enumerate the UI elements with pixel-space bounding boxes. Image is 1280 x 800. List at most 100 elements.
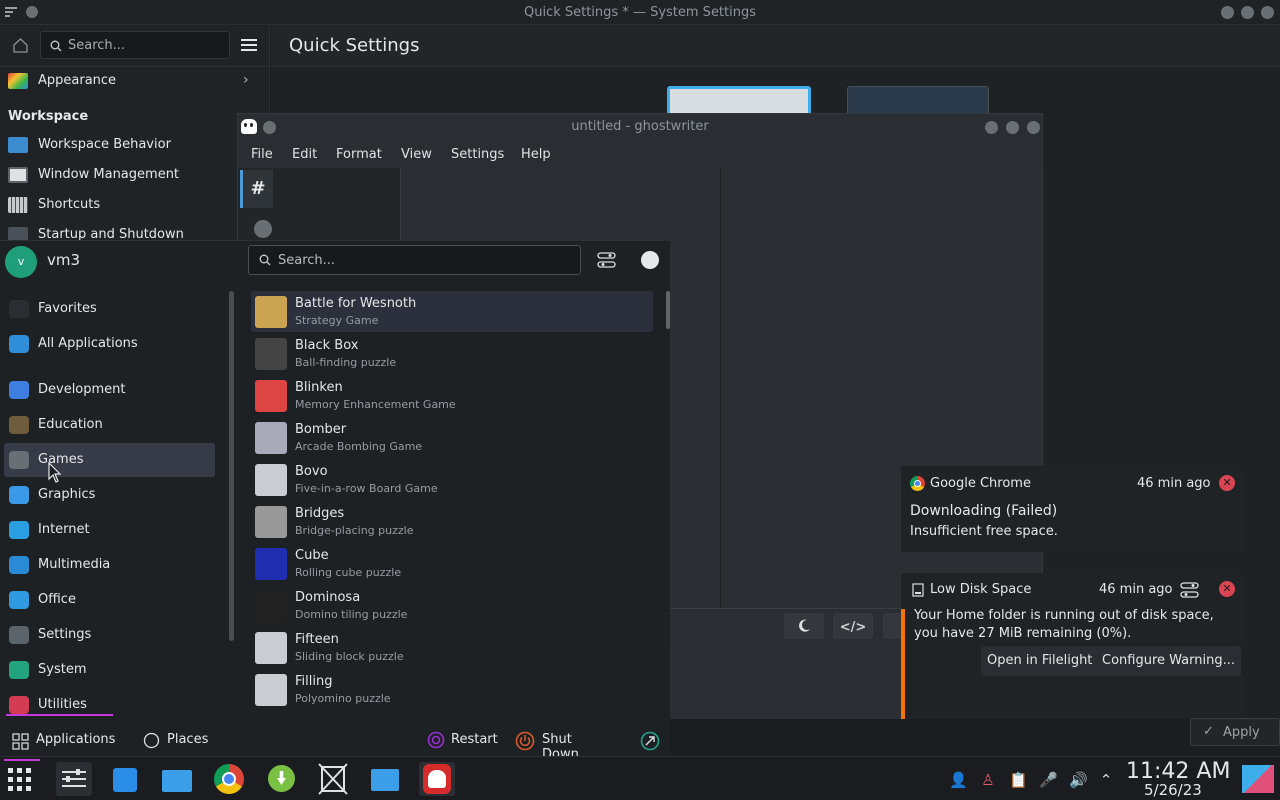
app-name: Black Box bbox=[295, 338, 359, 353]
app-item-filling[interactable]: Filling Polyomino puzzle bbox=[251, 669, 653, 710]
category-education[interactable]: Education bbox=[4, 408, 215, 442]
show-desktop-icon[interactable] bbox=[1242, 765, 1274, 793]
user-switch-icon[interactable]: ♙ bbox=[979, 771, 997, 789]
tab-applications[interactable]: Applications bbox=[4, 725, 124, 755]
sidebar-item-label: Shortcuts bbox=[38, 197, 101, 212]
category-scrollbar[interactable] bbox=[229, 291, 234, 641]
user-icon[interactable]: 👤 bbox=[949, 771, 968, 789]
utilities-icon bbox=[9, 696, 29, 714]
graphics-icon bbox=[9, 486, 29, 504]
black-box-icon bbox=[255, 338, 287, 370]
category-label: Settings bbox=[38, 627, 92, 642]
dolphin-task[interactable] bbox=[159, 762, 195, 796]
notification-body-line2: you have 27 MiB remaining (0%). bbox=[914, 626, 1132, 641]
shutdown-button[interactable]: Shut Down bbox=[512, 725, 612, 762]
launcher-header: v vm3 Search... bbox=[0, 241, 670, 283]
app-item-cube[interactable]: Cube Rolling cube puzzle bbox=[251, 543, 653, 584]
downloader-task[interactable] bbox=[263, 762, 299, 796]
configure-icon[interactable] bbox=[1180, 581, 1199, 599]
minimize-button[interactable] bbox=[985, 121, 998, 134]
menu-format[interactable]: Format bbox=[336, 147, 382, 162]
category-utilities[interactable]: Utilities bbox=[4, 688, 215, 722]
menu-view[interactable]: View bbox=[401, 147, 432, 162]
leave-icon[interactable] bbox=[640, 731, 660, 751]
category-graphics[interactable]: Graphics bbox=[4, 478, 215, 512]
category-settings[interactable]: Settings bbox=[4, 618, 215, 652]
settings-search-input[interactable]: Search... bbox=[40, 31, 230, 59]
restart-icon bbox=[427, 731, 445, 749]
dark-mode-button[interactable] bbox=[784, 613, 824, 639]
system-settings-task[interactable] bbox=[56, 762, 92, 796]
category-all-applications[interactable]: All Applications bbox=[4, 327, 215, 361]
home-icon[interactable] bbox=[12, 37, 29, 54]
sidebar-item-workspace-behavior[interactable]: Workspace Behavior bbox=[0, 130, 270, 160]
configure-warning-button[interactable]: Configure Warning... bbox=[1096, 646, 1241, 676]
tab-places[interactable]: Places bbox=[138, 725, 218, 755]
application-launcher-icon[interactable] bbox=[4, 762, 40, 796]
volume-icon[interactable]: 🔊 bbox=[1069, 771, 1088, 789]
launcher-search-input[interactable]: Search... bbox=[248, 245, 581, 275]
app-item-bridges[interactable]: Bridges Bridge-placing puzzle bbox=[251, 501, 653, 542]
category-system[interactable]: System bbox=[4, 653, 215, 687]
theme-thumbnail-dark[interactable] bbox=[847, 86, 989, 116]
clock-date[interactable]: 5/26/23 bbox=[1144, 781, 1202, 799]
overview-task-icon[interactable] bbox=[315, 762, 351, 796]
app-item-bovo[interactable]: Bovo Five-in-a-row Board Game bbox=[251, 459, 653, 500]
app-item-bomber[interactable]: Bomber Arcade Bombing Game bbox=[251, 417, 653, 458]
html-preview-button[interactable]: </> bbox=[833, 613, 873, 639]
configure-icon[interactable] bbox=[597, 251, 616, 269]
close-button[interactable] bbox=[1261, 6, 1274, 19]
category-multimedia[interactable]: Multimedia bbox=[4, 548, 215, 582]
app-item-battle-for-wesnoth[interactable]: Battle for Wesnoth Strategy Game bbox=[251, 291, 653, 332]
disk-space-notification[interactable]: Low Disk Space 46 min ago ✕ Your Home fo… bbox=[901, 573, 1243, 719]
hamburger-menu-icon[interactable] bbox=[241, 38, 257, 52]
sidebar-item-appearance[interactable]: Appearance › bbox=[0, 66, 270, 96]
open-in-filelight-button[interactable]: Open in Filelight bbox=[981, 646, 1099, 676]
notification-app-name: Google Chrome bbox=[930, 476, 1031, 491]
file-manager-task[interactable] bbox=[367, 762, 403, 796]
menu-help[interactable]: Help bbox=[521, 147, 551, 162]
avatar[interactable]: v bbox=[5, 246, 37, 278]
discover-task[interactable] bbox=[107, 762, 143, 796]
microphone-muted-icon[interactable]: 🎤 bbox=[1039, 771, 1058, 789]
category-development[interactable]: Development bbox=[4, 373, 215, 407]
statistics-tab-icon[interactable] bbox=[254, 220, 272, 238]
maximize-button[interactable] bbox=[1241, 6, 1254, 19]
minimize-button[interactable] bbox=[1221, 6, 1234, 19]
close-notification-button[interactable]: ✕ bbox=[1219, 581, 1235, 597]
menu-file[interactable]: File bbox=[251, 147, 273, 162]
category-internet[interactable]: Internet bbox=[4, 513, 215, 547]
app-item-black-box[interactable]: Black Box Ball-finding puzzle bbox=[251, 333, 653, 374]
chevron-up-icon[interactable]: ⌃ bbox=[1097, 771, 1115, 789]
maximize-button[interactable] bbox=[1006, 121, 1019, 134]
startup-icon bbox=[8, 227, 28, 240]
app-item-fifteen[interactable]: Fifteen Sliding block puzzle bbox=[251, 627, 653, 668]
clipboard-icon[interactable]: 📋 bbox=[1009, 771, 1028, 789]
close-button[interactable] bbox=[1027, 121, 1040, 134]
chrome-task[interactable] bbox=[211, 762, 247, 796]
app-description: Polyomino puzzle bbox=[295, 692, 391, 705]
ghostwriter-task[interactable] bbox=[419, 762, 455, 796]
apply-button[interactable]: ✓ Apply bbox=[1190, 718, 1280, 746]
category-office[interactable]: Office bbox=[4, 583, 215, 617]
app-item-dominosa[interactable]: Dominosa Domino tiling puzzle bbox=[251, 585, 653, 626]
chrome-notification[interactable]: Google Chrome 46 min ago ✕ Downloading (… bbox=[901, 466, 1243, 552]
sidebar-item-window-management[interactable]: Window Management bbox=[0, 160, 270, 190]
outline-tab[interactable]: # bbox=[240, 170, 273, 208]
category-games[interactable]: Games bbox=[4, 443, 215, 477]
sidebar-item-startup[interactable]: Startup and Shutdown bbox=[0, 220, 270, 240]
theme-thumbnail-light[interactable] bbox=[667, 86, 811, 116]
menu-settings[interactable]: Settings bbox=[451, 147, 504, 162]
restart-button[interactable]: Restart bbox=[422, 725, 500, 755]
app-item-blinken[interactable]: Blinken Memory Enhancement Game bbox=[251, 375, 653, 416]
window-management-icon bbox=[8, 167, 28, 183]
pin-launcher-icon[interactable] bbox=[641, 251, 659, 269]
app-list-scrollbar[interactable] bbox=[666, 291, 670, 329]
tab-label: Places bbox=[167, 732, 209, 747]
menu-edit[interactable]: Edit bbox=[292, 147, 317, 162]
close-notification-button[interactable]: ✕ bbox=[1219, 475, 1235, 491]
apply-label: Apply bbox=[1223, 725, 1260, 740]
category-favorites[interactable]: Favorites bbox=[4, 292, 215, 326]
sidebar-item-shortcuts[interactable]: Shortcuts bbox=[0, 190, 270, 220]
hemingway-button[interactable] bbox=[883, 613, 903, 639]
